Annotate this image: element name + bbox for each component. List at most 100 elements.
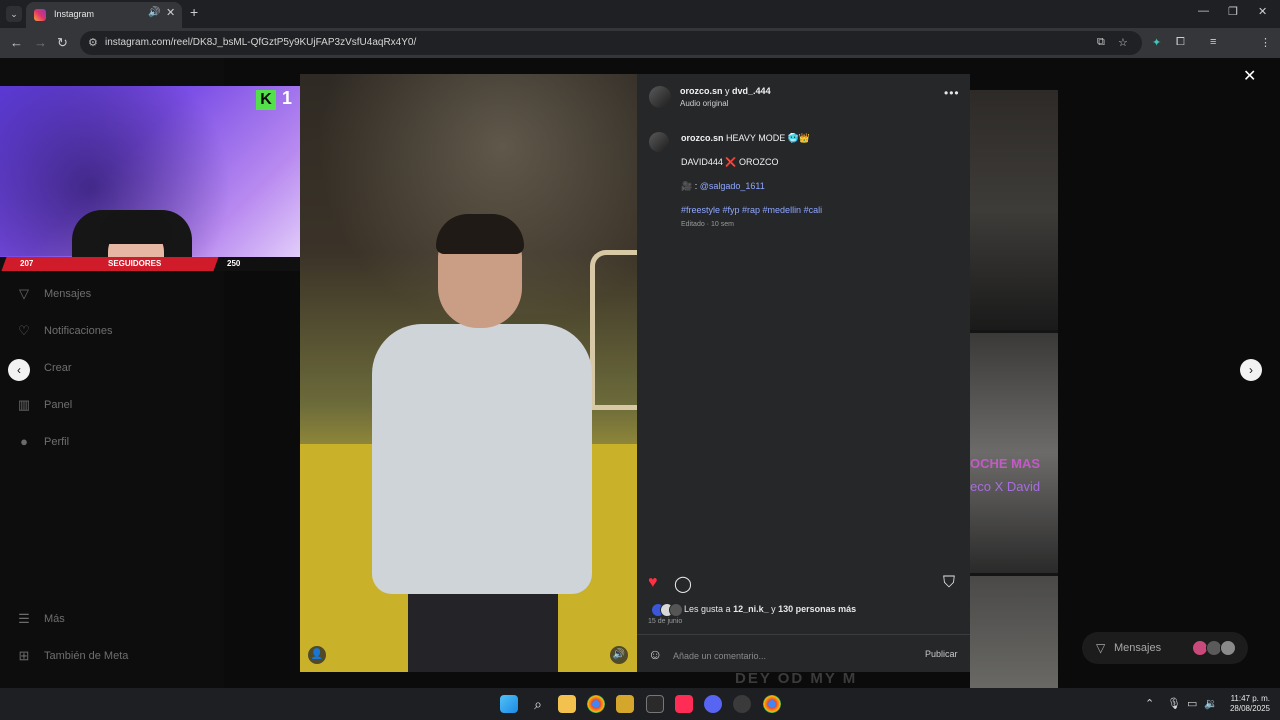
messages-icon: ▽ (19, 286, 29, 301)
likes-user[interactable]: 12_ni.k_ (733, 604, 769, 614)
sidebar-item-perfil[interactable]: ● Perfil (16, 432, 69, 452)
browser-tab-instagram[interactable]: Instagram 🔊 ✕ (26, 2, 182, 28)
volume-icon[interactable]: 🔉 (1204, 697, 1218, 710)
emoji-picker-icon[interactable]: ☺ (648, 646, 662, 662)
author-avatar[interactable] (649, 86, 671, 108)
instagram-favicon-icon (34, 9, 46, 21)
browser-tab-bar: ⌄ Instagram 🔊 ✕ + — ❐ ✕ (0, 0, 1280, 28)
sidebar-item-mas[interactable]: ☰ Más (16, 609, 65, 629)
start-windows-icon[interactable] (500, 695, 518, 713)
sidebar-item-meta[interactable]: ⊞ También de Meta (16, 646, 129, 666)
windows-taskbar: ⌕ ⌃ 🎙 ▭ 🔉 11:47 p. m. 28/08/2025 (0, 688, 1280, 720)
tagged-users-icon[interactable]: 👤 (308, 646, 326, 664)
dashboard-icon: ▥ (17, 397, 31, 412)
tab-close-icon[interactable]: ✕ (166, 6, 175, 19)
background-artwork-text: DEY OD MY M (735, 670, 858, 687)
publish-button[interactable]: Publicar (925, 649, 958, 659)
sidebar-item-label: Mensajes (44, 288, 92, 300)
url-text[interactable]: instagram.com/reel/DK8J_bsML-QfGztP5y9KU… (105, 37, 416, 48)
minimize-button[interactable]: — (1198, 5, 1209, 17)
caption-username[interactable]: orozco.sn (681, 133, 724, 143)
forward-arrow-icon[interactable]: → (34, 35, 47, 50)
audio-toggle-icon[interactable]: 🔊 (610, 646, 628, 664)
comment-input[interactable] (673, 649, 913, 663)
coauthor-username[interactable]: dvd_.444 (732, 86, 771, 96)
likes-prefix: Les gusta a (684, 604, 731, 614)
site-info-icon[interactable]: ⚙ (88, 36, 98, 49)
caption-author-avatar[interactable] (649, 132, 669, 152)
caption-text: HEAVY MODE 🥶👑 (726, 133, 811, 143)
follower-goal-bar: 207 SEGUIDORES 250 (0, 257, 300, 271)
tiktok-icon[interactable] (675, 695, 693, 713)
clock-date: 28/08/2025 (1229, 704, 1270, 713)
discord-icon[interactable] (704, 695, 722, 713)
grid-thumbnail[interactable] (970, 90, 1058, 330)
microphone-icon[interactable]: 🎙 (1167, 697, 1181, 710)
tab-search-dropdown-icon[interactable]: ⌄ (6, 6, 22, 22)
sidebar-item-panel[interactable]: ▥ Panel (16, 395, 72, 415)
likers-avatars[interactable] (651, 603, 683, 617)
followers-label: SEGUIDORES (108, 259, 162, 268)
browser-menu-icon[interactable]: ⋮ (1260, 36, 1271, 49)
video-person-hair (436, 214, 524, 254)
system-clock[interactable]: 11:47 p. m. 28/08/2025 (1222, 694, 1270, 714)
send-icon: ▽ (1096, 641, 1106, 655)
caption-line-2: DAVID444 ❌ OROZCO (681, 157, 779, 167)
bookmark-star-icon[interactable]: ☆ (1118, 36, 1128, 49)
comment-bubble-icon[interactable]: ◯ (674, 574, 692, 594)
file-explorer-icon[interactable] (558, 695, 576, 713)
more-options-icon[interactable]: ••• (944, 86, 960, 100)
network-icon[interactable]: ▭ (1187, 697, 1197, 710)
new-tab-button[interactable]: + (190, 4, 198, 20)
address-bar[interactable]: ⚙ instagram.com/reel/DK8J_bsML-QfGztP5y9… (80, 31, 1142, 55)
tray-overflow-icon[interactable]: ⌃ (1145, 697, 1154, 710)
steam-icon[interactable] (733, 695, 751, 713)
browser-toolbar: ← → ↻ ⚙ instagram.com/reel/DK8J_bsML-QfG… (0, 28, 1280, 77)
audio-label[interactable]: Audio original (680, 99, 728, 108)
meta-apps-icon: ⊞ (18, 648, 30, 663)
sidebar-item-notificaciones[interactable]: ♡ Notificaciones (16, 321, 112, 341)
caption-mention-link[interactable]: @salgado_1611 (700, 181, 765, 191)
back-arrow-icon[interactable]: ← (10, 35, 23, 50)
next-post-icon[interactable]: › (1240, 359, 1262, 381)
profile-icon: ● (20, 434, 28, 449)
chrome-active-icon[interactable] (763, 695, 781, 713)
author-username[interactable]: orozco.sn (680, 86, 723, 96)
likes-middle: y (771, 604, 776, 614)
streamer-webcam: K 1 (0, 86, 300, 270)
install-app-icon[interactable]: ⧉ (1097, 36, 1105, 49)
likes-summary[interactable]: Les gusta a 12_ni.k_ y 130 personas más (684, 604, 856, 614)
like-heart-icon[interactable]: ♥ (648, 574, 658, 592)
chrome-icon[interactable] (587, 695, 605, 713)
restore-button[interactable]: ❐ (1228, 5, 1238, 18)
sidebar-item-label: Notificaciones (44, 325, 113, 337)
floating-messages-label: Mensajes (1114, 642, 1162, 654)
previous-post-icon[interactable]: ‹ (8, 359, 30, 381)
reload-icon[interactable]: ↻ (57, 35, 68, 51)
author-joiner: y (725, 86, 730, 96)
caption-edited-time: Editado · 10 sem (681, 221, 734, 228)
save-bookmark-icon[interactable]: ⛉ (943, 574, 955, 592)
search-icon[interactable]: ⌕ (529, 695, 547, 713)
sidebar-item-label: Perfil (44, 436, 70, 448)
extension-icon[interactable]: ✦ (1152, 36, 1161, 49)
likes-count[interactable]: 130 personas más (778, 604, 856, 614)
caption-hashtags[interactable]: #freestyle #fyp #rap #medellin #cali (681, 205, 822, 215)
grid-thumbnail[interactable] (970, 576, 1058, 690)
sidebar-item-mensajes[interactable]: ▽ Mensajes (16, 284, 91, 304)
close-window-button[interactable]: ✕ (1258, 5, 1267, 18)
floating-messages-button[interactable]: ▽ Mensajes (1082, 632, 1248, 664)
capcut-icon[interactable] (646, 695, 664, 713)
kick-logo-icon: K (256, 90, 276, 110)
reel-video[interactable]: 👤 🔊 (300, 74, 637, 672)
followers-current: 207 (20, 259, 34, 268)
close-modal-icon[interactable]: ✕ (1243, 66, 1256, 86)
grid-thumbnail[interactable] (970, 333, 1058, 573)
sidebar-item-label: Panel (44, 399, 73, 411)
rockstar-launcher-icon[interactable] (616, 695, 634, 713)
media-control-icon[interactable]: ≡ (1210, 36, 1216, 48)
comment-divider (637, 634, 970, 635)
extensions-puzzle-icon[interactable]: ⧠ (1176, 36, 1185, 49)
tab-audio-icon[interactable]: 🔊 (148, 7, 160, 18)
post-authors[interactable]: orozco.sn y dvd_.444 (680, 86, 771, 96)
